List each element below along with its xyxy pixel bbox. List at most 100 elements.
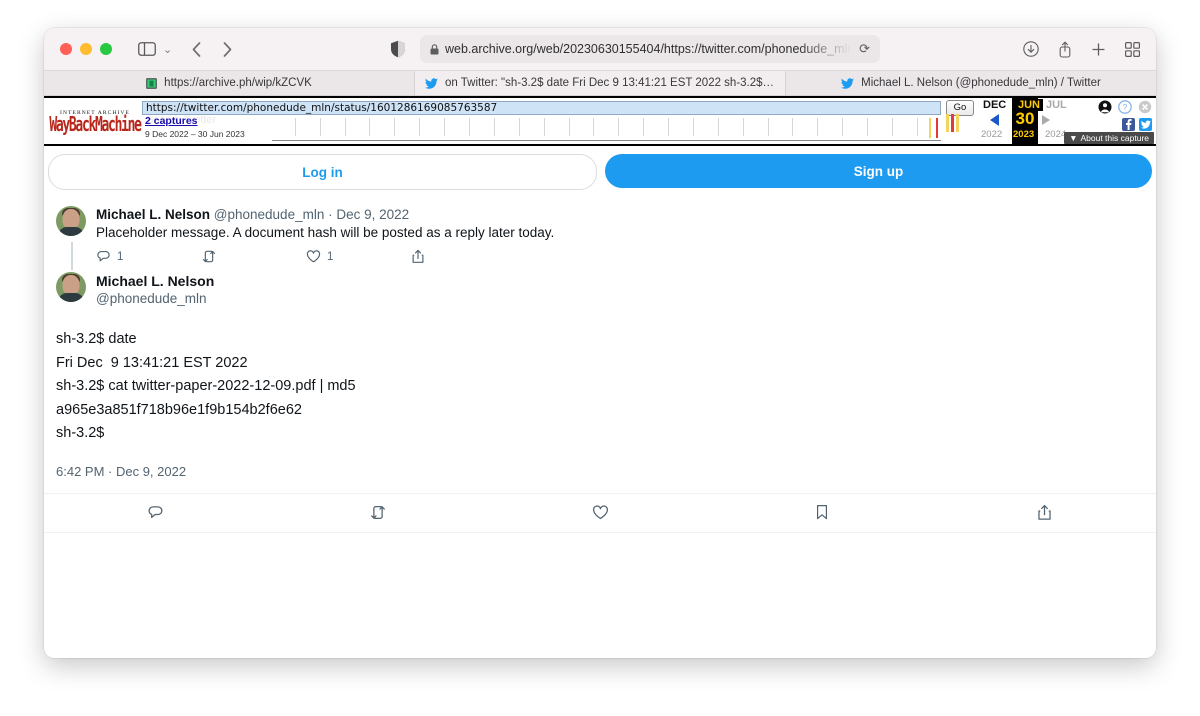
timeline-capture-mark[interactable] [935,118,938,138]
tweet-text-line: sh-3.2$ [56,425,105,441]
like-action[interactable] [489,504,711,521]
twitter-icon [425,77,438,89]
tweet-text-line: Fri Dec 9 13:41:21 EST 2022 [56,354,248,371]
tweet-timestamp: 6:42 PM · Dec 9, 2022 [56,463,187,479]
separator: · [328,207,333,222]
author-handle[interactable]: @phonedude_mln [96,290,214,308]
tweet-actions: 1 1 [96,249,1144,264]
like-icon [306,249,321,264]
captures-link[interactable]: 2 captures [145,115,198,127]
retweet-action[interactable] [266,504,488,521]
minimize-window-button[interactable] [80,43,92,55]
like-action[interactable]: 1 [306,249,411,264]
retweet-icon [201,249,217,264]
address-bar[interactable]: web.archive.org/web/20230630155404/https… [420,35,880,63]
downloads-icon[interactable] [1023,41,1039,57]
share-icon[interactable] [1058,41,1072,58]
timeline-capture-mark[interactable] [928,118,931,138]
previous-capture-arrow-icon[interactable] [990,114,999,126]
timeline-tick [344,118,346,136]
sidebar-icon[interactable] [138,42,156,56]
previous-year-label[interactable]: 2022 [981,129,1002,140]
previous-month-label[interactable]: DEC [983,99,1006,111]
reply-icon [96,249,111,264]
back-button[interactable] [192,41,201,57]
wayback-url-input[interactable]: https://twitter.com/phonedude_mln/status… [142,100,941,115]
facebook-icon[interactable] [1122,118,1135,131]
tweet-text: Placeholder message. A document hash wil… [96,225,555,240]
archive-today-icon [146,77,158,89]
privacy-shield-icon[interactable] [390,40,406,58]
timeline-tick [618,118,620,136]
retweet-action[interactable] [201,249,306,264]
author-display-name[interactable]: Michael L. Nelson [96,207,210,222]
thread-connector [71,242,73,270]
timeline-tick [668,118,670,136]
tweet-author-line: Michael L. Nelson @phonedude_mln · Dec 9… [96,206,1144,223]
timeline-tick [792,118,794,136]
login-button[interactable]: Log in [48,154,597,190]
about-this-capture-button[interactable]: ▼ About this capture [1064,132,1154,144]
tab-overview-icon[interactable] [1125,41,1140,57]
next-month-label[interactable]: JUL [1046,99,1067,111]
twitter-page: Log in Sign up Michael L. Nelson @phoned… [44,146,1156,632]
tweet-date[interactable]: Dec 9, 2022 [336,207,409,222]
tweet-text-line: sh-3.2$ date [56,331,137,347]
forward-button[interactable] [223,41,232,57]
reply-action[interactable]: 1 [96,249,201,264]
captures-date-range: 9 Dec 2022 – 30 Jun 2023 [145,129,245,139]
next-capture-arrow-icon[interactable] [1042,115,1050,125]
share-icon [411,249,425,264]
tab-archive-today[interactable]: https://archive.ph/wip/kZCVK [44,71,415,95]
share-action[interactable] [411,249,516,264]
timeline-tick [394,118,396,136]
tweet-main-header: Michael L. Nelson @phonedude_mln [44,272,1156,308]
about-label: About this capture [1080,133,1149,143]
tab-twitter-status[interactable]: on Twitter: "sh-3.2$ date Fri Dec 9 13:4… [415,71,786,95]
timeline-tick [842,118,844,136]
new-tab-icon[interactable] [1091,42,1106,57]
zoom-window-button[interactable] [100,43,112,55]
timeline-tick [543,118,545,136]
timeline-tick [493,118,495,136]
timeline-tick [867,118,869,136]
current-year-label: 2023 [1013,129,1035,140]
captures-count[interactable]: 2 captures [145,115,198,127]
chevron-down-icon: ▼ [1069,133,1078,143]
timeline-tick [468,118,470,136]
author-handle[interactable]: @phonedude_mln [214,207,325,222]
close-window-button[interactable] [60,43,72,55]
next-year-label[interactable]: 2024 [1045,129,1066,140]
help-icon[interactable]: ? [1118,100,1132,114]
wayback-logo[interactable]: INTERNET ARCHIVE WayBackMachine [44,98,142,144]
author-display-name[interactable]: Michael L. Nelson [96,272,214,290]
close-icon[interactable] [1138,100,1152,114]
signup-button[interactable]: Sign up [605,154,1152,188]
tab-label: Michael L. Nelson (@phonedude_mln) / Twi… [861,77,1101,89]
reply-action[interactable] [44,504,266,521]
lock-icon [430,43,439,55]
timeline-tick [319,118,321,136]
tab-bar: https://archive.ph/wip/kZCVK on Twitter:… [44,71,1156,96]
sidebar-dropdown-icon[interactable]: ⌄ [163,43,172,56]
tweet-text-line: sh-3.2$ cat twitter-paper-2022-12-09.pdf… [56,378,356,394]
timeline-tick [294,118,296,136]
timeline-tick [692,118,694,136]
account-icon[interactable] [1098,100,1112,114]
tab-twitter-profile[interactable]: Michael L. Nelson (@phonedude_mln) / Twi… [786,71,1156,95]
bookmark-action[interactable] [711,504,933,521]
wayback-timeline[interactable] [272,116,941,141]
avatar[interactable] [56,272,86,302]
reload-icon[interactable]: ⟳ [859,41,870,57]
twitter-icon[interactable] [1139,118,1152,131]
timeline-tick [892,118,894,136]
share-action[interactable] [934,504,1156,521]
timeline-tick [767,118,769,136]
timeline-tick [643,118,645,136]
svg-text:?: ? [1123,102,1128,112]
auth-buttons: Log in Sign up [44,146,1156,196]
timeline-tick [817,118,819,136]
avatar[interactable] [56,206,86,236]
address-text: web.archive.org/web/20230630155404/https… [445,42,856,56]
tab-label: on Twitter: "sh-3.2$ date Fri Dec 9 13:4… [445,77,775,89]
